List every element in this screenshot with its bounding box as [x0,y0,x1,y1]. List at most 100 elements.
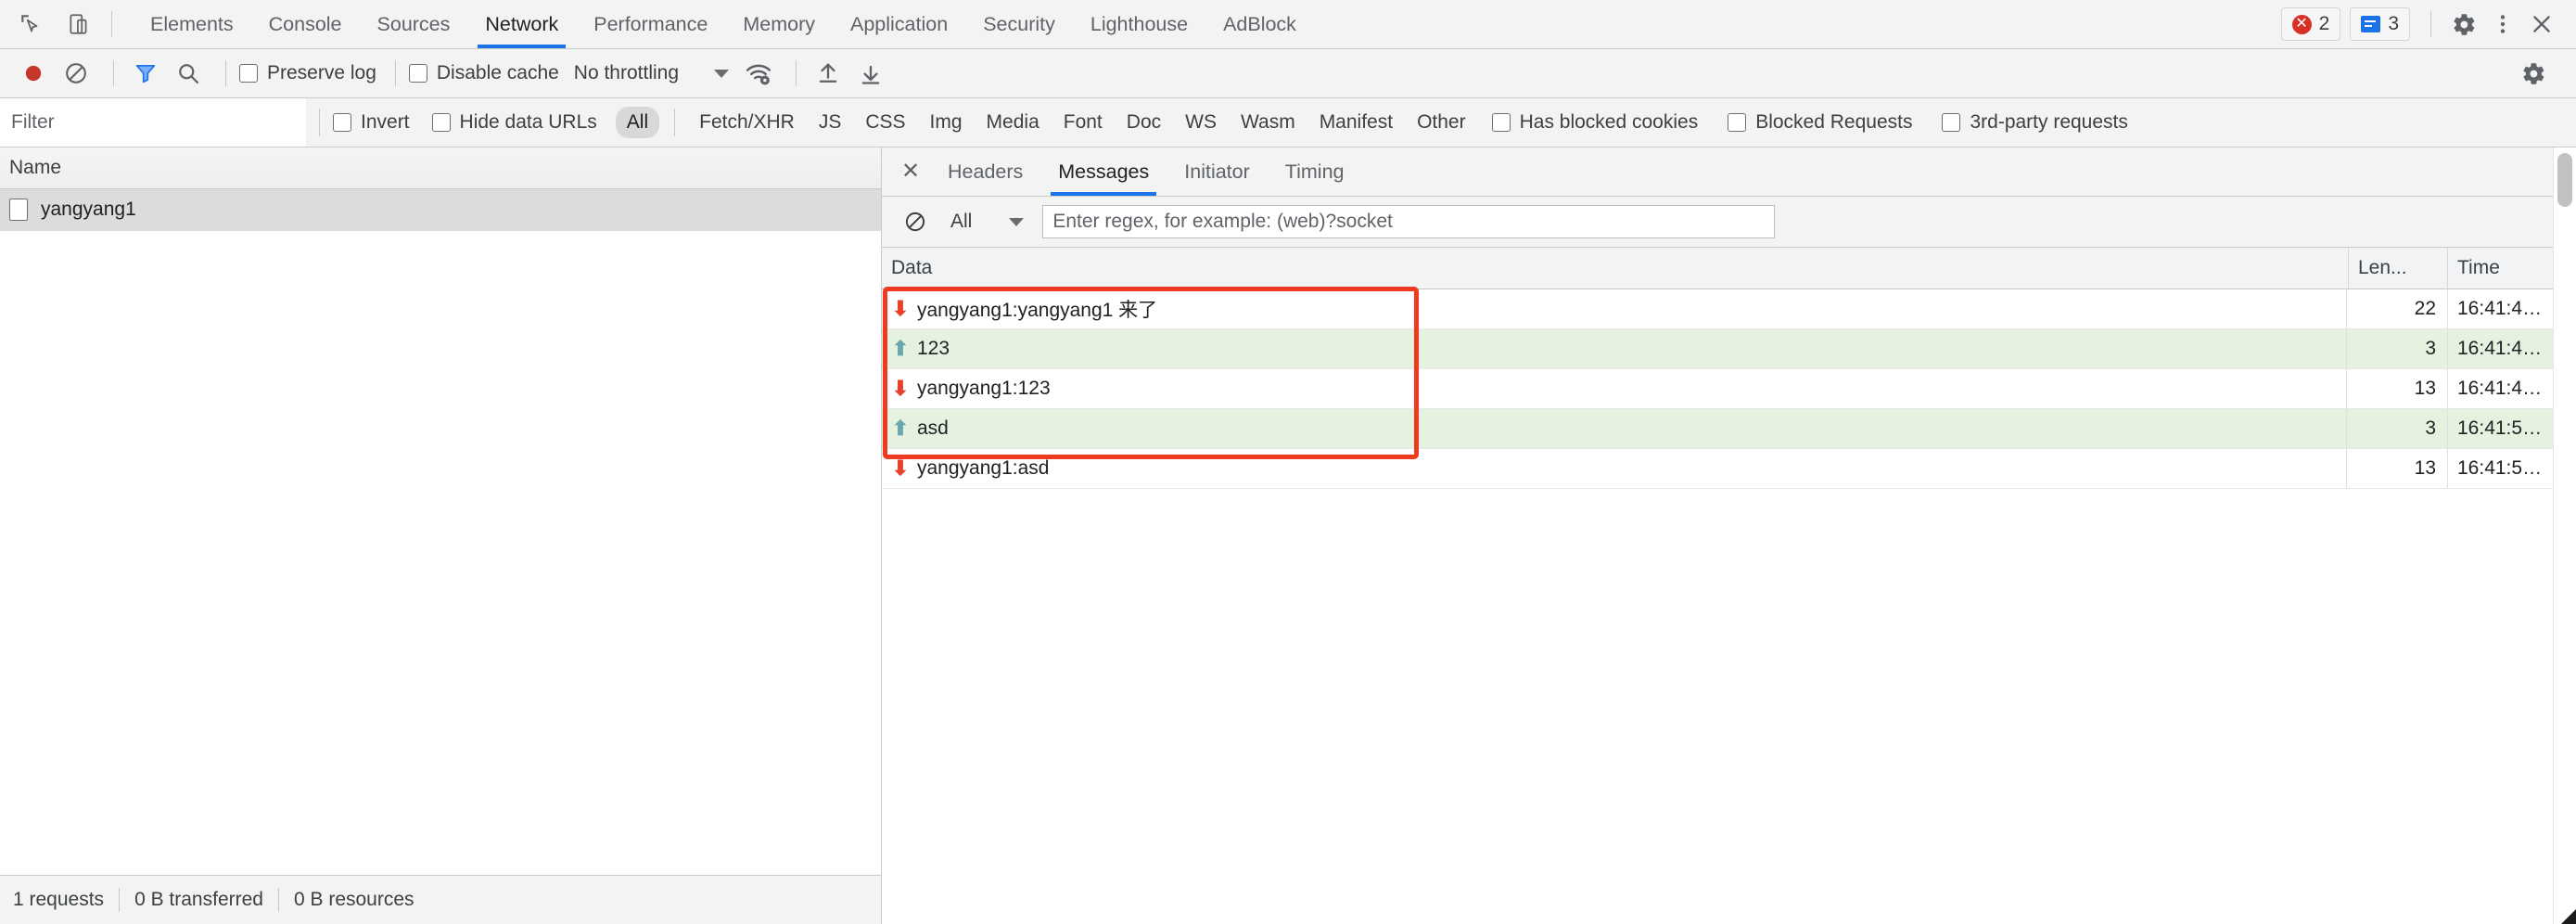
filter-type-js[interactable]: JS [808,107,853,138]
filter-divider-1 [319,109,320,136]
message-row[interactable]: ⬆ asd 3 16:41:5… [882,409,2576,449]
message-row[interactable]: ⬆ 123 3 16:41:4… [882,329,2576,369]
network-conditions-button[interactable] [740,55,777,92]
message-text: 123 [917,338,950,359]
scrollbar-thumb[interactable] [2557,153,2572,207]
column-header-length[interactable]: Len... [2349,248,2448,289]
message-row[interactable]: ⬇ yangyang1:yangyang1 来了 22 16:41:4… [882,289,2576,329]
status-transferred: 0 B transferred [134,889,263,910]
filter-type-fetch-xhr[interactable]: Fetch/XHR [688,107,806,138]
record-button[interactable] [15,55,52,92]
invert-checkbox[interactable]: Invert [333,111,410,134]
filter-type-all[interactable]: All [615,107,660,138]
close-icon[interactable] [2524,6,2559,42]
export-har-button[interactable] [852,55,889,92]
throttling-dropdown[interactable]: No throttling [574,62,730,84]
tab-timing[interactable]: Timing [1268,148,1362,196]
tab-application[interactable]: Application [833,0,965,48]
filter-type-manifest[interactable]: Manifest [1308,107,1404,138]
invert-box[interactable] [333,113,351,132]
tab-performance-label: Performance [593,12,708,35]
column-header-name: Name [9,157,62,178]
third-party-requests-box[interactable] [1942,113,1961,132]
top-bar-right-controls: ✕ 2 3 [2280,0,2576,48]
toolbar-divider-2 [225,60,226,86]
tab-elements[interactable]: Elements [133,0,251,48]
hide-data-urls-box[interactable] [431,113,451,132]
messages-type-filter-value[interactable]: All [950,211,972,233]
message-count-badge[interactable]: 3 [2350,7,2410,41]
filter-type-font[interactable]: Font [1052,107,1114,138]
tab-sources[interactable]: Sources [360,0,468,48]
tab-network[interactable]: Network [467,0,576,48]
messages-regex-input[interactable] [1042,205,1776,238]
filter-type-ws[interactable]: WS [1174,107,1228,138]
filter-type-wasm[interactable]: Wasm [1230,107,1307,138]
filter-funnel-icon [135,65,156,83]
close-detail-pane-icon[interactable]: ✕ [891,148,930,196]
vertical-scrollbar[interactable] [2553,148,2576,924]
error-count-badge[interactable]: ✕ 2 [2280,7,2341,41]
preserve-log-label: Preserve log [267,62,376,83]
message-data-cell: ⬇ yangyang1:asd [882,449,2347,488]
import-har-button[interactable] [810,55,847,92]
messages-type-chevron-down-icon[interactable] [1009,217,1025,226]
disable-cache-box[interactable] [408,64,427,83]
filter-type-doc[interactable]: Doc [1116,107,1172,138]
request-row-yangyang1[interactable]: yangyang1 [0,189,881,231]
search-button[interactable] [170,55,207,92]
message-row[interactable]: ⬇ yangyang1:asd 13 16:41:5… [882,449,2576,489]
tab-adblock-label: AdBlock [1223,12,1296,35]
filter-type-media[interactable]: Media [976,107,1051,138]
blocked-requests-box[interactable] [1728,113,1747,132]
tab-timing-label: Timing [1284,160,1345,183]
tab-performance[interactable]: Performance [576,0,725,48]
arrow-down-received-icon: ⬇ [891,456,910,480]
blocked-requests-checkbox[interactable]: Blocked Requests [1728,111,1912,134]
disable-cache-checkbox[interactable]: Disable cache [408,62,559,84]
network-filter-row: Invert Hide data URLs All Fetch/XHR JS C… [0,98,2576,148]
message-length-cell: 22 [2347,289,2448,328]
has-blocked-cookies-checkbox[interactable]: Has blocked cookies [1491,111,1699,134]
tab-sources-label: Sources [376,12,451,35]
tab-security[interactable]: Security [965,0,1073,48]
preserve-log-box[interactable] [239,64,258,83]
has-blocked-cookies-box[interactable] [1491,113,1511,132]
clear-messages-button[interactable] [897,203,934,240]
network-settings-gear-button[interactable] [2515,55,2552,92]
clear-button[interactable] [57,55,95,92]
resize-corner-handle[interactable] [2552,900,2576,924]
top-bar-divider [111,11,112,37]
tab-adblock[interactable]: AdBlock [1205,0,1314,48]
three-dot-menu-icon[interactable] [2485,6,2520,42]
tab-headers[interactable]: Headers [930,148,1040,196]
preserve-log-checkbox[interactable]: Preserve log [239,62,376,84]
filter-input[interactable] [0,98,306,147]
tab-console[interactable]: Console [251,0,360,48]
tab-lighthouse[interactable]: Lighthouse [1073,0,1205,48]
tab-messages[interactable]: Messages [1040,148,1167,196]
inspect-element-icon[interactable] [13,6,48,42]
tab-initiator[interactable]: Initiator [1167,148,1268,196]
has-blocked-cookies-label: Has blocked cookies [1519,111,1699,133]
filter-type-img[interactable]: Img [919,107,974,138]
three-dot-glyph [2500,15,2506,33]
request-list[interactable]: yangyang1 [0,189,881,875]
hide-data-urls-checkbox[interactable]: Hide data URLs [431,111,597,134]
column-header-data[interactable]: Data [882,248,2349,289]
third-party-requests-label: 3rd-party requests [1970,111,2128,133]
arrow-up-sent-icon: ⬆ [891,417,910,440]
tab-messages-label: Messages [1058,160,1150,183]
tab-memory[interactable]: Memory [725,0,833,48]
filter-toggle-button[interactable] [127,55,164,92]
device-toolbar-icon[interactable] [61,6,96,42]
third-party-requests-checkbox[interactable]: 3rd-party requests [1942,111,2128,134]
gear-icon[interactable] [2446,6,2481,42]
message-row[interactable]: ⬇ yangyang1:123 13 16:41:4… [882,369,2576,409]
message-text: asd [917,417,949,439]
record-icon [25,65,42,82]
filter-type-css[interactable]: CSS [854,107,916,138]
download-arrow-icon [861,65,880,84]
filter-type-other[interactable]: Other [1406,107,1477,138]
wifi-settings-icon [746,64,772,85]
